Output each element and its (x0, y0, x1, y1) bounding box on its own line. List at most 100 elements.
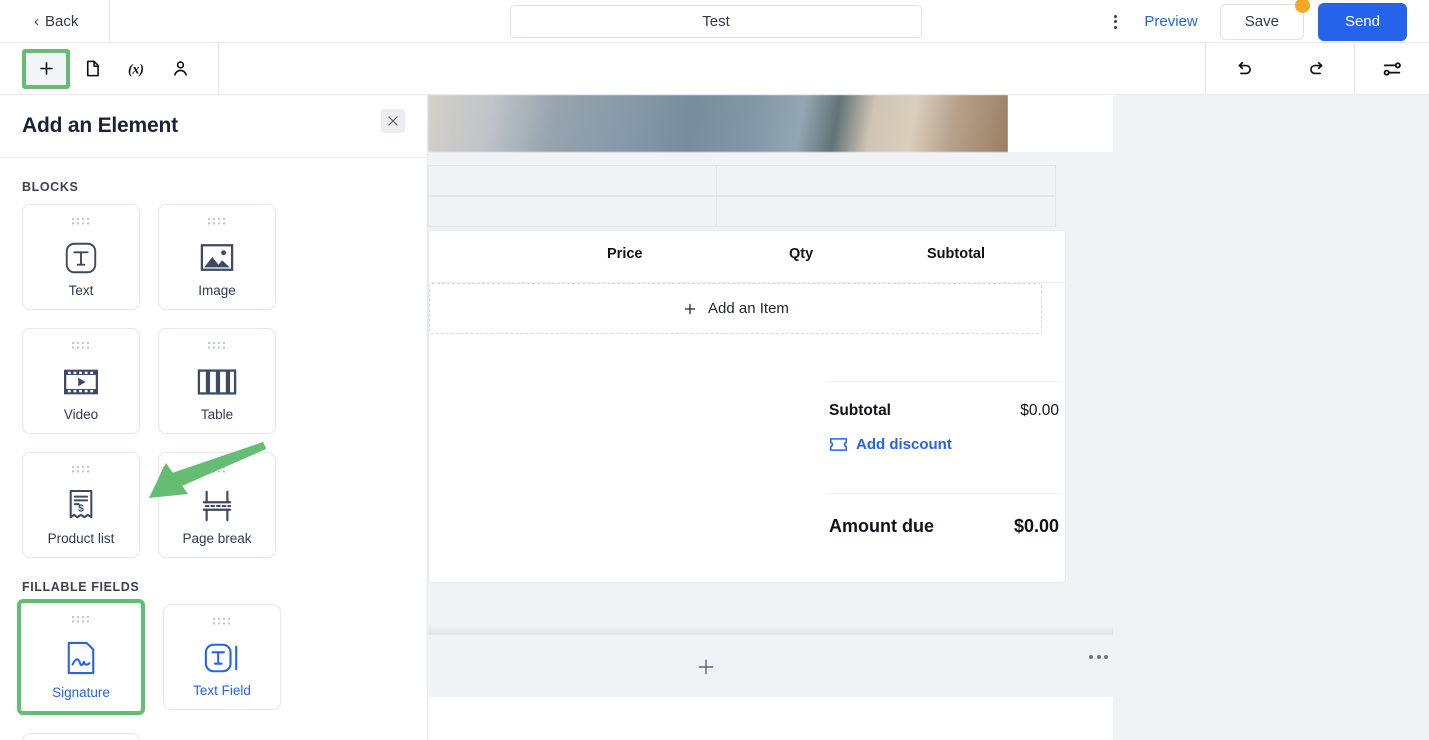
amount-due-divider (829, 493, 1059, 494)
column-header-subtotal: Subtotal (927, 246, 985, 262)
unsaved-changes-badge (1294, 0, 1310, 13)
element-card-label: Image (198, 283, 236, 298)
document-page-next (428, 697, 1113, 740)
preview-button[interactable]: Preview (1144, 13, 1197, 30)
toolbar-separator (218, 42, 219, 95)
document-tool[interactable] (70, 49, 114, 89)
element-card-page-break[interactable]: Page break (158, 452, 276, 558)
add-an-item-label: Add an Item (708, 300, 789, 317)
element-card-text[interactable]: Text (22, 204, 140, 310)
amount-due-row: Amount due $0.00 (829, 516, 1059, 537)
add-discount-button[interactable]: Add discount (829, 436, 1059, 453)
element-card-date[interactable]: 1 Date (22, 733, 140, 740)
video-film-icon (23, 356, 139, 407)
kebab-menu-icon[interactable] (1100, 7, 1130, 37)
save-label: Save (1244, 13, 1279, 30)
info-cell[interactable] (428, 165, 716, 196)
element-card-label: Page break (182, 531, 252, 546)
toolbar-left-group: (x) (0, 42, 219, 95)
ticket-discount-icon (829, 438, 848, 451)
toolbar-right-group (1205, 43, 1429, 95)
add-an-item-button[interactable]: Add an Item (429, 283, 1042, 334)
topbar-actions: Preview Save Send (1100, 0, 1429, 43)
table-columns-icon (159, 356, 275, 407)
undo-arrow-icon (1237, 61, 1251, 74)
info-cell[interactable] (716, 165, 1056, 196)
totals-divider (829, 381, 1059, 382)
element-card-video[interactable]: Video (22, 328, 140, 434)
drag-handle-dots-icon[interactable] (70, 340, 92, 350)
hero-image[interactable] (428, 95, 1008, 152)
signature-icon (21, 630, 141, 685)
send-button[interactable]: Send (1317, 2, 1407, 41)
variable-tool[interactable]: (x) (114, 49, 158, 89)
drag-handle-dots-icon[interactable] (206, 340, 228, 350)
back-button[interactable]: ‹ Back (34, 13, 78, 30)
document-title-input[interactable]: Test (510, 5, 922, 38)
editor-toolbar: (x) (0, 42, 1429, 95)
section-gap-bar (428, 634, 1113, 697)
table-row[interactable] (428, 196, 1056, 227)
element-card-label: Video (63, 407, 99, 422)
element-card-text-field[interactable]: Text Field (163, 604, 281, 710)
panel-title: Add an Element (22, 114, 178, 137)
text-block-icon (23, 232, 139, 283)
plus-icon (684, 303, 696, 314)
section-options-button[interactable] (1089, 655, 1108, 659)
close-panel-button[interactable] (381, 109, 405, 133)
section-label-fillable-fields: FILLABLE FIELDS (22, 580, 140, 594)
element-card-product-list[interactable]: $ Product list (22, 452, 140, 558)
chevron-left-icon: ‹ (34, 12, 39, 30)
app-root: ‹ Back Test Preview Save Send (x) Add an… (0, 0, 1429, 740)
column-header-price: Price (607, 246, 643, 262)
element-card-table[interactable]: Table (158, 328, 276, 434)
info-table[interactable] (428, 165, 1056, 227)
drag-handle-dots-icon[interactable] (206, 464, 228, 474)
sliders-icon (1383, 62, 1401, 76)
text-field-icon (164, 632, 280, 683)
subtotal-label: Subtotal (829, 402, 891, 419)
line-items-card: Price Qty Subtotal Add an Item Subtotal … (428, 230, 1066, 583)
person-icon (173, 61, 187, 76)
section-label-blocks: BLOCKS (22, 180, 79, 194)
element-card-label: Text (68, 283, 94, 298)
column-header-qty: Qty (789, 246, 814, 262)
svg-text:(x): (x) (128, 61, 144, 77)
redo-arrow-icon (1309, 61, 1323, 74)
element-card-signature[interactable]: Signature (17, 599, 145, 715)
add-element-tool[interactable] (22, 48, 70, 89)
top-bar: ‹ Back Test Preview Save Send (0, 0, 1429, 43)
add-section-button[interactable] (693, 654, 719, 680)
drag-handle-dots-icon[interactable] (206, 216, 228, 226)
save-button[interactable]: Save (1219, 0, 1310, 40)
table-row[interactable] (428, 165, 1056, 196)
plus-icon (39, 62, 53, 75)
svg-text:$: $ (78, 503, 84, 514)
close-x-icon (388, 116, 398, 126)
info-cell[interactable] (716, 196, 1056, 227)
back-label: Back (45, 12, 79, 30)
element-card-image[interactable]: Image (158, 204, 276, 310)
add-discount-label: Add discount (856, 436, 952, 453)
add-element-panel: Add an Element BLOCKS Text Image Video T… (0, 95, 428, 740)
panel-header: Add an Element (0, 95, 427, 158)
undo-tool[interactable] (1206, 43, 1280, 95)
drag-handle-dots-icon[interactable] (211, 616, 233, 626)
recipient-tool[interactable] (158, 49, 202, 89)
fillable-fields-grid: Signature Text Field (0, 599, 427, 740)
page-shadow (428, 625, 1113, 634)
drag-handle-dots-icon[interactable] (70, 464, 92, 474)
page-break-icon (159, 480, 275, 531)
drag-handle-dots-icon[interactable] (70, 216, 92, 226)
topbar-divider (109, 0, 111, 43)
receipt-dollar-icon: $ (23, 480, 139, 531)
image-icon (159, 232, 275, 283)
info-cell[interactable] (428, 196, 716, 227)
redo-tool[interactable] (1280, 43, 1354, 95)
element-card-label: Product list (47, 531, 115, 546)
line-items-header: Price Qty Subtotal (429, 231, 1065, 283)
settings-tool[interactable] (1355, 43, 1429, 95)
amount-due-label: Amount due (829, 516, 934, 536)
drag-handle-dots-icon[interactable] (70, 614, 92, 624)
element-card-label: Signature (52, 685, 110, 700)
